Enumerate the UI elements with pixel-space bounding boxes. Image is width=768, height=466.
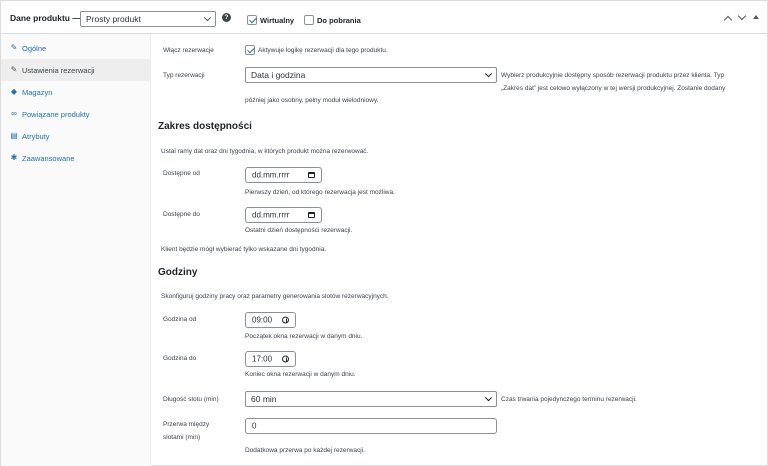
- booking-type-select[interactable]: Data i godzina: [245, 67, 497, 83]
- enable-booking-label: Włącz rezerwacje: [163, 47, 214, 54]
- available-from-desc: Pierwszy dzień, od którego rezerwacja je…: [245, 189, 395, 196]
- calendar-icon[interactable]: [308, 172, 315, 178]
- move-down-icon[interactable]: [737, 11, 747, 21]
- tab-label: Zaawansowane: [22, 154, 75, 163]
- booking-type-desc-3: później jako osobny, pełny moduł wielodn…: [245, 97, 379, 104]
- clock-icon[interactable]: [282, 355, 289, 363]
- product-type-select[interactable]: Prosty produkt: [80, 11, 216, 27]
- tab-attributes[interactable]: ▤ Atrybuty: [1, 125, 151, 147]
- weekdays-note: Klient będzie mógł wybierać tylko wskaza…: [161, 246, 327, 253]
- downloadable-label: Do pobrania: [317, 16, 361, 25]
- tab-label: Powiązane produkty: [22, 110, 90, 119]
- slot-break-label-line2: slotami (min): [163, 434, 201, 441]
- tab-label: Magazyn: [22, 88, 53, 97]
- slot-break-desc: Dodatkowa przerwa po każdej rezerwacji.: [245, 447, 365, 454]
- product-type-value: Prosty produkt: [86, 14, 141, 24]
- booking-type-desc-1: Wybierz produkcyjnie dostępny sposób rez…: [501, 72, 725, 79]
- virtual-label: Wirtualny: [260, 16, 295, 25]
- toggle-panel-icon[interactable]: [753, 15, 759, 19]
- booking-type-value: Data i godzina: [251, 70, 306, 80]
- gear-icon: ✱: [10, 153, 18, 162]
- help-icon[interactable]: ?: [222, 13, 231, 22]
- slot-break-label-line1: Przerwa między: [163, 421, 210, 428]
- end-time-desc: Koniec okna rezerwacji w danym dniu.: [245, 371, 356, 378]
- tab-inventory[interactable]: ◆ Magazyn: [1, 81, 151, 103]
- end-time-label: Godzina do: [163, 355, 197, 362]
- start-time-value: 09:00: [252, 315, 273, 325]
- product-data-tabs: ✎ Ogólne ✎ Ustawienia rezerwacji ◆ Magaz…: [1, 34, 151, 466]
- wrench-icon: ✎: [10, 43, 18, 52]
- availability-intro: Ustal ramy dat oraz dni tygodnia, w któr…: [161, 148, 369, 155]
- availability-heading: Zakres dostępności: [158, 121, 252, 132]
- panel-title: Dane produktu —: [10, 13, 81, 23]
- available-from-date-input[interactable]: dd.mm.rrrr: [245, 167, 322, 183]
- hours-intro: Skonfiguruj godziny pracy oraz parametry…: [161, 293, 389, 300]
- available-to-label: Dostępne do: [163, 211, 200, 218]
- start-time-input[interactable]: 09:00: [245, 312, 296, 328]
- chevron-down-icon: [203, 14, 212, 22]
- tab-label: Ogólne: [22, 44, 47, 53]
- list-icon: ▤: [10, 131, 18, 140]
- end-time-value: 17:00: [252, 354, 273, 364]
- start-time-desc: Początek okna rezerwacji w danym dniu.: [245, 333, 363, 340]
- clock-icon[interactable]: [282, 316, 289, 324]
- chevron-down-icon: [484, 70, 493, 78]
- available-to-desc: Ostatni dzień dostępności rezerwacji.: [245, 227, 353, 234]
- hours-heading: Godziny: [158, 267, 198, 278]
- tab-general[interactable]: ✎ Ogólne: [1, 37, 151, 59]
- booking-type-desc-2: „Zakres dat” jest celowo wyłączony w tej…: [501, 85, 726, 92]
- calendar-icon[interactable]: [308, 212, 315, 218]
- tab-advanced[interactable]: ✱ Zaawansowane: [1, 147, 151, 169]
- start-time-label: Godzina od: [163, 316, 197, 323]
- slot-length-select[interactable]: 60 min: [245, 391, 497, 407]
- slot-break-value: 0: [252, 421, 257, 431]
- enable-booking-desc: Aktywuje logikę rezerwacji dla tego prod…: [258, 47, 388, 54]
- panel-header: Dane produktu — Prosty produkt ? Wirtual…: [1, 1, 767, 34]
- available-from-value: dd.mm.rrrr: [252, 170, 290, 180]
- link-icon: ∞: [11, 109, 17, 118]
- slot-length-label: Długość slotu (min): [163, 396, 219, 403]
- chevron-down-icon: [484, 394, 493, 402]
- tab-label: Ustawienia rezerwacji: [22, 66, 95, 75]
- booking-settings-panel: Włącz rezerwacje Aktywuje logikę rezerwa…: [152, 34, 767, 466]
- wrench-icon: ✎: [10, 65, 18, 74]
- tab-label: Atrybuty: [22, 132, 50, 141]
- available-to-date-input[interactable]: dd.mm.rrrr: [245, 207, 322, 223]
- available-from-label: Dostępne od: [163, 170, 200, 177]
- product-data-panel: Dane produktu — Prosty produkt ? Wirtual…: [0, 0, 768, 466]
- available-to-value: dd.mm.rrrr: [252, 210, 290, 220]
- downloadable-checkbox[interactable]: [304, 15, 314, 25]
- diamond-icon: ◆: [10, 87, 18, 96]
- booking-type-label: Typ rezerwacji: [163, 72, 205, 79]
- move-up-icon[interactable]: [723, 15, 733, 25]
- tab-linked-products[interactable]: ∞ Powiązane produkty: [1, 103, 151, 125]
- virtual-checkbox[interactable]: [247, 15, 257, 25]
- enable-booking-checkbox[interactable]: [245, 45, 255, 55]
- slot-length-value: 60 min: [251, 394, 277, 404]
- tab-booking-settings[interactable]: ✎ Ustawienia rezerwacji: [1, 59, 151, 81]
- slot-break-input[interactable]: 0: [245, 418, 497, 434]
- slot-length-desc: Czas trwania pojedynczego terminu rezerw…: [501, 396, 637, 403]
- end-time-input[interactable]: 17:00: [245, 351, 296, 367]
